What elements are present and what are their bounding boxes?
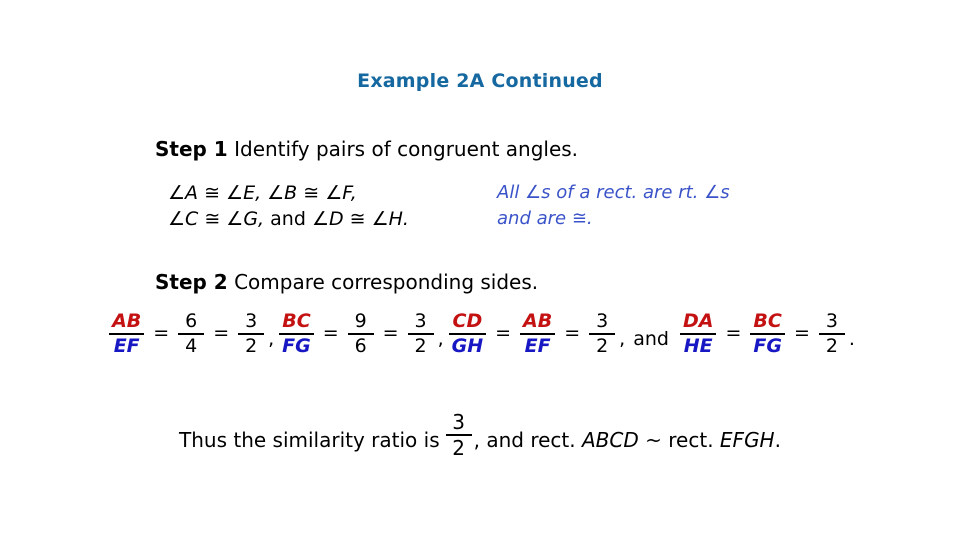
- conclusion-lead: Thus the similarity ratio is: [179, 428, 440, 452]
- step-2-heading: Step 2 Compare corresponding sides.: [155, 270, 538, 294]
- fraction-numerator: AB: [112, 310, 142, 332]
- fraction-numerator: CD: [452, 310, 483, 332]
- congruent-angles-line-2-conjunction: and: [270, 208, 306, 230]
- equals-sign: =: [495, 322, 512, 344]
- fraction-denominator: 6: [354, 335, 367, 357]
- fraction-numerator: 3: [245, 310, 258, 332]
- equals-sign: =: [793, 322, 810, 344]
- side-ratio-fraction: BC FG: [750, 312, 785, 356]
- step-2-label: Step 2: [155, 270, 228, 294]
- conclusion-period: .: [774, 428, 781, 452]
- fraction-denominator: HE: [683, 335, 713, 357]
- congruent-angles-line-2: ∠C ≅ ∠G, and ∠D ≅ ∠H.: [168, 206, 409, 232]
- reason-note-line-1: All ∠s of a rect. are rt. ∠s: [497, 182, 730, 203]
- proportion-end-period: .: [848, 328, 855, 350]
- fraction-denominator: GH: [451, 335, 484, 357]
- numeric-fraction: 64: [178, 310, 205, 357]
- page-title: Example 2A Continued: [357, 70, 603, 92]
- step-2-instruction: Compare corresponding sides.: [234, 270, 539, 294]
- step-1-heading: Step 1 Identify pairs of congruent angle…: [155, 137, 578, 161]
- proportion-equation: AB EF = 6 4 = 3 2,: [105, 312, 275, 356]
- similar-symbol: ~: [645, 428, 662, 452]
- slide-canvas: Example 2A Continued Step 1 Identify pai…: [0, 0, 960, 540]
- fraction-numerator: 9: [354, 310, 367, 332]
- proportion-equation: BC FG = 9 6 = 3 2,: [275, 312, 444, 356]
- equals-sign: =: [213, 322, 230, 344]
- conclusion-middle-2: rect.: [668, 428, 714, 452]
- numeric-fraction: 32: [818, 310, 845, 357]
- proportion-conjunction: and: [633, 328, 669, 350]
- fraction-numerator: DA: [682, 310, 714, 332]
- numeric-fraction: 32: [407, 310, 434, 357]
- conclusion-shape-1: ABCD: [582, 428, 639, 452]
- reason-note: All ∠s of a rect. are rt. ∠s and are ≅.: [497, 180, 730, 232]
- fraction-numerator: 3: [825, 310, 838, 332]
- similarity-ratio-numerator: 3: [452, 410, 465, 434]
- congruent-angles-statement: ∠A ≅ ∠E, ∠B ≅ ∠F, ∠C ≅ ∠G, and ∠D ≅ ∠H.: [168, 180, 409, 232]
- conclusion-line: Thus the similarity ratio is 3 2 , and r…: [0, 412, 960, 458]
- numeric-fraction: 32: [589, 310, 616, 357]
- conclusion-middle: and rect.: [486, 428, 576, 452]
- similarity-ratio-denominator: 2: [452, 436, 465, 460]
- fraction-denominator: 2: [825, 335, 838, 357]
- equals-sign: =: [153, 322, 170, 344]
- proportion-equation: CD GH = AB EF = 3 2,: [445, 312, 627, 356]
- fraction-numerator: BC: [753, 310, 782, 332]
- fraction-numerator: AB: [523, 310, 553, 332]
- side-ratio-fraction: AB EF: [520, 310, 556, 357]
- proportion-equation: DA HE = BC FG = 3 2.: [676, 312, 855, 356]
- reason-note-line-2: and are ≅.: [497, 208, 593, 229]
- fraction-denominator: 4: [185, 335, 198, 357]
- fraction-denominator: 2: [596, 335, 609, 357]
- fraction-numerator: 3: [596, 310, 609, 332]
- step-1-instruction: Identify pairs of congruent angles.: [234, 137, 579, 161]
- numeric-fraction: 32: [238, 310, 265, 357]
- congruent-angles-line-2-part-b: ∠D ≅ ∠H.: [311, 208, 409, 230]
- fraction-denominator: 2: [414, 335, 427, 357]
- step-1-label: Step 1: [155, 137, 228, 161]
- proportion-separator-comma: ,: [619, 328, 626, 350]
- side-ratio-fraction: AB EF: [109, 310, 145, 357]
- fraction-denominator: EF: [113, 335, 140, 357]
- fraction-denominator: FG: [753, 335, 782, 357]
- proportions-row: AB EF = 6 4 = 3 2, BC FG = 9 6 = 3 2, CD GH = AB EF = 3 2, and DA…: [0, 312, 960, 356]
- numeric-fraction: 96: [347, 310, 374, 357]
- equals-sign: =: [382, 322, 399, 344]
- similarity-ratio-fraction: 3 2: [445, 410, 472, 460]
- fraction-numerator: 3: [414, 310, 427, 332]
- side-ratio-fraction: DA HE: [679, 310, 717, 357]
- fraction-numerator: 6: [185, 310, 198, 332]
- side-ratio-fraction: CD GH: [448, 310, 487, 357]
- equals-sign: =: [725, 322, 742, 344]
- congruent-angles-line-1: ∠A ≅ ∠E, ∠B ≅ ∠F,: [168, 182, 357, 204]
- side-ratio-fraction: BC FG: [279, 312, 314, 356]
- congruent-angles-line-2-part-a: ∠C ≅ ∠G,: [168, 208, 265, 230]
- proportion-separator-comma: ,: [268, 328, 275, 350]
- conclusion-shape-2: EFGH: [719, 428, 775, 452]
- fraction-denominator: 2: [245, 335, 258, 357]
- proportion-separator-comma: ,: [437, 328, 444, 350]
- fraction-denominator: EF: [524, 335, 551, 357]
- equals-sign: =: [564, 322, 581, 344]
- fraction-numerator: BC: [282, 310, 311, 332]
- fraction-denominator: FG: [282, 335, 311, 357]
- equals-sign: =: [322, 322, 339, 344]
